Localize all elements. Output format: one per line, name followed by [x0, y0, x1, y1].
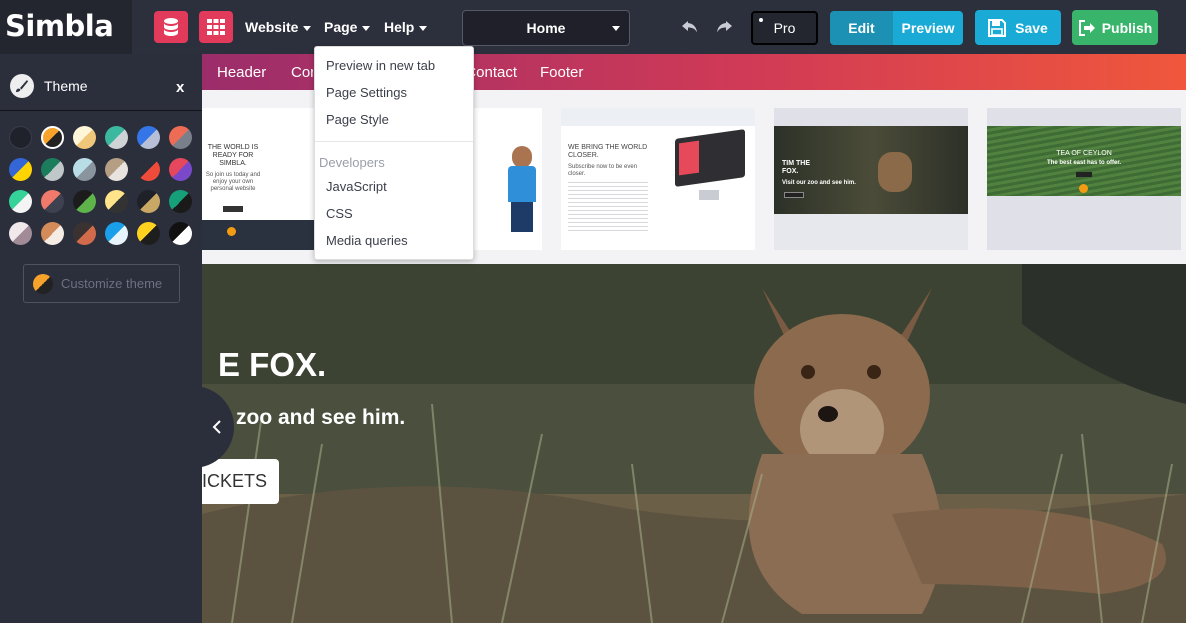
- menu-item-page-style[interactable]: Page Style: [326, 112, 389, 127]
- preview-button[interactable]: Preview: [893, 11, 963, 45]
- page-menu-dropdown: Preview in new tab Page Settings Page St…: [314, 46, 474, 260]
- close-button[interactable]: x: [176, 79, 184, 96]
- theme-swatch[interactable]: [73, 158, 96, 181]
- theme-swatch[interactable]: [9, 126, 32, 149]
- theme-swatch[interactable]: [169, 126, 192, 149]
- page-select-value: Home: [526, 20, 566, 36]
- section-tab-header[interactable]: Header: [217, 64, 266, 81]
- publish-exit-icon: [1078, 19, 1095, 36]
- theme-swatch[interactable]: [73, 222, 96, 245]
- apps-grid-button[interactable]: [199, 11, 233, 43]
- menu-item-media-queries[interactable]: Media queries: [326, 233, 408, 248]
- theme-swatch[interactable]: [169, 190, 192, 213]
- theme-swatch[interactable]: [105, 222, 128, 245]
- theme-swatch[interactable]: [169, 222, 192, 245]
- customize-theme-button[interactable]: Customize theme: [23, 264, 180, 303]
- edit-button[interactable]: Edit: [830, 11, 893, 45]
- theme-swatch[interactable]: [9, 158, 32, 181]
- menu-item-javascript[interactable]: JavaScript: [326, 179, 387, 194]
- database-icon: [164, 18, 178, 36]
- app-logo[interactable]: Simbla: [0, 0, 132, 54]
- publish-label: Publish: [1101, 19, 1153, 36]
- menu-help-label: Help: [384, 19, 415, 35]
- theme-swatch[interactable]: [105, 126, 128, 149]
- theme-swatch[interactable]: [73, 126, 96, 149]
- theme-swatch-selected[interactable]: [41, 126, 64, 149]
- sidebar-header: Theme x: [0, 54, 202, 111]
- chevron-left-icon: [212, 420, 221, 434]
- template-thumbnail[interactable]: TEA OF CEYLON The best east has to offer…: [987, 108, 1181, 250]
- hero-tickets-button[interactable]: ICKETS: [202, 459, 279, 504]
- top-toolbar: Simbla Website Page Help Home Pro Edit P…: [0, 0, 1186, 54]
- theme-swatch[interactable]: [41, 222, 64, 245]
- grid-icon: [207, 19, 225, 35]
- chevron-down-icon: [612, 26, 620, 31]
- pro-dot-icon: [759, 18, 763, 22]
- menu-website[interactable]: Website: [245, 19, 312, 35]
- theme-swatch[interactable]: [137, 190, 160, 213]
- section-tab-footer[interactable]: Footer: [540, 64, 583, 81]
- menu-item-page-settings[interactable]: Page Settings: [326, 85, 407, 100]
- theme-swatch[interactable]: [137, 126, 160, 149]
- paintbrush-icon: [10, 74, 34, 98]
- template-thumbnail[interactable]: TIM THE FOX. Visit our zoo and see him.: [774, 108, 968, 250]
- theme-swatch[interactable]: [105, 158, 128, 181]
- customize-theme-label: Customize theme: [61, 276, 163, 291]
- template-thumbnail[interactable]: WE BRING THE WORLD CLOSER. Subscribe now…: [561, 108, 755, 250]
- chevron-down-icon: [419, 25, 428, 31]
- menu-page-label: Page: [324, 19, 358, 35]
- menu-page[interactable]: Page: [324, 19, 371, 35]
- theme-swatch[interactable]: [137, 158, 160, 181]
- redo-icon[interactable]: [711, 15, 735, 39]
- page-select[interactable]: Home: [462, 10, 630, 46]
- template-subtitle: Visit our zoo and see him.: [782, 180, 856, 186]
- section-tab-content[interactable]: Cont: [291, 64, 313, 81]
- theme-swatch-icon: [33, 273, 53, 294]
- menu-item-css[interactable]: CSS: [326, 206, 353, 221]
- fox-photo: [202, 264, 1186, 623]
- publish-button[interactable]: Publish: [1072, 10, 1158, 45]
- template-title: WE BRING THE WORLD CLOSER.: [568, 144, 648, 159]
- template-title: TEA OF CEYLON: [1056, 150, 1112, 157]
- menu-divider: [315, 141, 473, 142]
- pro-label: Pro: [773, 20, 796, 36]
- template-title: TIM THE FOX.: [782, 160, 810, 175]
- theme-swatch[interactable]: [9, 222, 32, 245]
- theme-swatch[interactable]: [41, 190, 64, 213]
- theme-swatch[interactable]: [41, 158, 64, 181]
- menu-website-label: Website: [245, 19, 299, 35]
- pro-button[interactable]: Pro: [751, 11, 818, 45]
- template-subtitle: Subscribe now to be even closer.: [568, 164, 638, 177]
- menu-heading-developers: Developers: [319, 155, 385, 170]
- floppy-disk-icon: [988, 18, 1007, 37]
- sidebar-title: Theme: [44, 78, 88, 94]
- template-subtitle: The best east has to offer.: [1046, 160, 1122, 166]
- menu-help[interactable]: Help: [384, 19, 428, 35]
- undo-icon[interactable]: [679, 15, 703, 39]
- theme-sidebar: Theme x Customize theme: [0, 54, 202, 623]
- hero-title: E FOX.: [218, 346, 327, 383]
- theme-swatch[interactable]: [9, 190, 32, 213]
- menu-item-preview-new-tab[interactable]: Preview in new tab: [326, 58, 435, 73]
- chevron-down-icon: [303, 25, 312, 31]
- theme-swatch[interactable]: [105, 190, 128, 213]
- database-button[interactable]: [154, 11, 188, 43]
- save-label: Save: [1015, 19, 1048, 36]
- hero-section: E FOX. r zoo and see him. ICKETS: [202, 264, 1186, 623]
- save-button[interactable]: Save: [975, 10, 1061, 45]
- hero-subtitle: r zoo and see him.: [222, 406, 406, 429]
- theme-swatch[interactable]: [169, 158, 192, 181]
- template-thumbnail[interactable]: [474, 108, 542, 250]
- template-subtitle: So join us today and enjoy your own pers…: [205, 172, 261, 192]
- chevron-down-icon: [362, 25, 371, 31]
- theme-swatch[interactable]: [73, 190, 96, 213]
- theme-swatch[interactable]: [137, 222, 160, 245]
- template-title: THE WORLD IS READY FOR SIMBLA.: [207, 144, 259, 167]
